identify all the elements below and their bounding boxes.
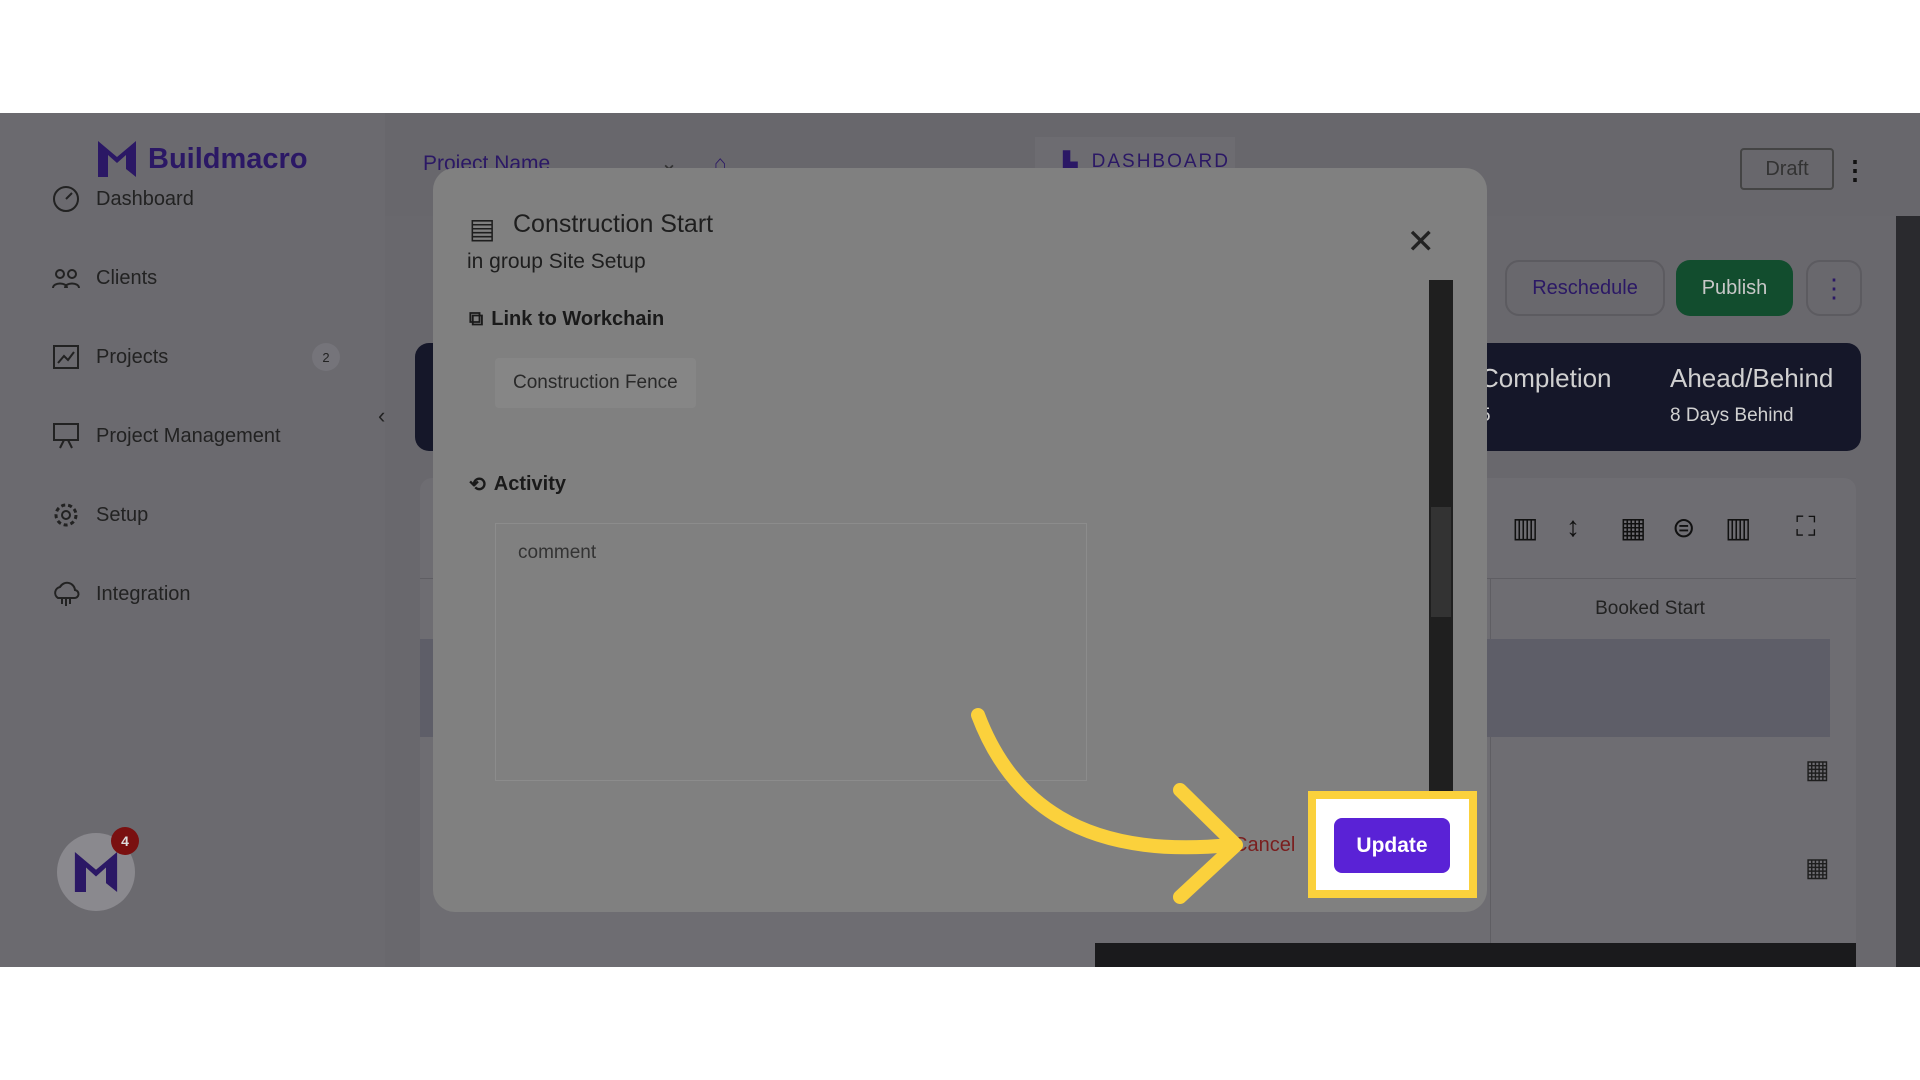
chart-icon (53, 345, 79, 369)
modal-scrollbar[interactable] (1429, 280, 1453, 800)
workchain-icon: ⧉ (469, 308, 484, 330)
reschedule-button[interactable]: Reschedule (1505, 260, 1665, 316)
users-icon (52, 269, 80, 289)
comment-input[interactable] (495, 523, 1087, 781)
calendar-icon[interactable]: ▦ (1620, 511, 1646, 544)
columns-icon[interactable]: ▥ (1725, 511, 1751, 544)
scrollbar-thumb[interactable] (1431, 507, 1451, 617)
brand-name: Buildmacro (148, 142, 308, 175)
label: Setup (96, 503, 149, 526)
draft-status-button[interactable]: Draft (1740, 148, 1834, 190)
sidebar-item-integration[interactable]: Integration (50, 578, 340, 610)
sidebar-item-clients[interactable]: Clients (50, 262, 340, 294)
horizontal-scrollbar[interactable] (1095, 943, 1856, 967)
link-workchain-heading: ⧉ Link to Workchain (469, 308, 664, 331)
buildmacro-logo-icon (98, 141, 136, 177)
update-button[interactable]: Update (1334, 818, 1450, 873)
page-scrollbar[interactable] (1896, 216, 1920, 967)
ahead-behind-value: 8 Days Behind (1670, 405, 1794, 426)
notification-badge: 4 (111, 827, 139, 855)
cloud-icon (54, 581, 80, 606)
projects-count-badge: 2 (312, 343, 340, 371)
row-height-icon[interactable]: ↕ (1566, 511, 1580, 543)
chart-icon[interactable]: ▥ (1512, 511, 1538, 544)
modal-title: Construction Start (513, 210, 714, 238)
calendar-icon[interactable]: ▦ (1805, 754, 1830, 785)
completion-label: Completion (1480, 363, 1612, 393)
label: Link to Workchain (491, 308, 665, 330)
speedometer-icon (53, 186, 79, 212)
buildmacro-logo-icon (74, 852, 118, 892)
publish-button[interactable]: Publish (1676, 260, 1793, 316)
sidebar-item-dashboard[interactable]: Dashboard (50, 183, 340, 215)
gear-icon (54, 503, 78, 527)
logo[interactable]: Buildmacro (98, 141, 308, 177)
modal-subtitle: in group Site Setup (467, 250, 646, 273)
sidebar: Buildmacro Dashboard Clients Projects 2 P… (0, 113, 385, 967)
label: Project Management (96, 424, 281, 447)
column-header-booked-start[interactable]: Booked Start (1495, 579, 1745, 639)
sidebar-item-project-management[interactable]: Project Management (50, 420, 340, 452)
actions-more-icon[interactable]: ⋮ (1806, 260, 1862, 316)
history-icon: ⟲ (469, 474, 486, 496)
chat-launcher-button[interactable]: 4 (57, 827, 139, 911)
sidebar-item-setup[interactable]: Setup (50, 499, 340, 531)
label: Clients (96, 266, 158, 289)
label: Dashboard (96, 187, 194, 210)
label: Projects (96, 345, 169, 368)
collapse-sidebar-button[interactable]: ‹ (378, 403, 385, 429)
more-options-icon[interactable]: ⋮ (1842, 155, 1868, 186)
close-icon[interactable]: ✕ (1407, 222, 1436, 262)
label: Integration (96, 582, 191, 605)
filter-icon[interactable]: ⊜ (1672, 511, 1695, 544)
fullscreen-icon[interactable]: ⛶ (1796, 511, 1816, 544)
activity-heading: ⟲ Activity (469, 472, 566, 497)
cancel-button[interactable]: Cancel (1233, 834, 1295, 857)
calendar-icon[interactable]: ▦ (1805, 852, 1830, 883)
label: Activity (493, 473, 567, 495)
linked-task-chip[interactable]: Construction Fence (495, 358, 696, 408)
ahead-behind-label: Ahead/Behind (1670, 363, 1834, 393)
presentation-icon (53, 423, 79, 449)
task-card-icon: ▤ (469, 213, 496, 244)
sidebar-item-projects[interactable]: Projects 2 (50, 341, 340, 373)
